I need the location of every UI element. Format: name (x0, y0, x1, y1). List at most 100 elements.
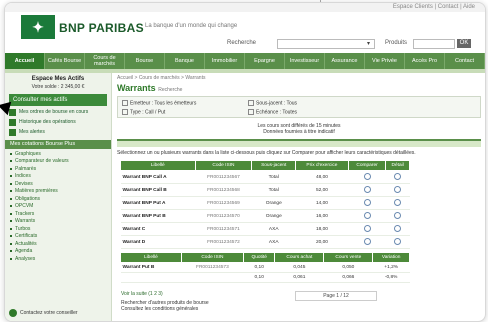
sidebar-footer-label: Contactez votre conseiller (20, 310, 78, 316)
tab-epargne[interactable]: Epargne (245, 53, 285, 69)
column-header[interactable]: Prix d'exercice (295, 160, 349, 171)
sidebar-footer[interactable]: Contactez votre conseiller (9, 309, 78, 317)
utility-bar: Espace Clients | Contact | Aide (5, 3, 485, 12)
tab-immobilier[interactable]: Immobilier (205, 53, 245, 69)
sidebar-link-palmares[interactable]: Palmarès (10, 166, 111, 172)
tab-vie-privee[interactable]: Vie Privée (365, 53, 405, 69)
filter-echeance[interactable]: Echéance : Toutes (248, 109, 297, 115)
table-row[interactable]: 0,10 0,061 0,066 -0,8% (120, 272, 410, 283)
table-row[interactable]: Warrant BNP Put A FR0011234569 Orange 14,00 (120, 196, 410, 210)
compare-radio[interactable] (363, 211, 371, 219)
cell-strike: 18,00 (295, 222, 349, 236)
column-header[interactable]: Code ISIN (180, 252, 245, 263)
sidebar-link-trackers[interactable]: Trackers (10, 211, 111, 217)
sidebar-link-analyses[interactable]: Analyses (10, 256, 111, 262)
tab-acces-pro[interactable]: Accès Pro (405, 53, 445, 69)
main-nav: Accueil Cafés Bourse Cours de marchés Bo… (5, 53, 485, 69)
column-header[interactable]: Libellé (120, 252, 182, 263)
sidebar-item-orders[interactable]: Mes ordres de bourse en cours (9, 109, 107, 116)
sidebar-link-obligations[interactable]: Obligations (10, 196, 111, 202)
compare-radio[interactable] (363, 172, 371, 180)
detail-radio[interactable] (394, 237, 402, 245)
utility-links[interactable]: Espace Clients | Contact | Aide (393, 4, 475, 10)
sidebar-link-opcvm[interactable]: OPCVM (10, 203, 111, 209)
cell-name: Warrant C (120, 222, 196, 236)
sidebar-item-alerts[interactable]: Mes alertes (9, 129, 107, 136)
tab-cafes-bourse[interactable]: Cafés Bourse (45, 53, 85, 69)
cell-name: Warrant BNP Put A (120, 196, 196, 210)
sidebar-link-certificats[interactable]: Certificats (10, 233, 111, 239)
bnp-logo-icon[interactable]: ✦ (21, 15, 55, 39)
table-row[interactable]: Warrant Put B FR0011234573 0,10 0,045 0,050 +… (120, 262, 410, 273)
breadcrumb[interactable]: Accueil > Cours de marchés > Warrants (117, 75, 481, 81)
column-header[interactable]: Libellé (120, 160, 196, 171)
sidebar-link-actualites[interactable]: Actualités (10, 241, 111, 247)
cell-qty: 0,10 (243, 272, 275, 283)
column-header[interactable]: Quotité (243, 252, 276, 263)
sidebar-link-indices[interactable]: Indices (10, 173, 111, 179)
sidebar-link-graphiques[interactable]: Graphiques (10, 151, 111, 157)
table-row[interactable]: Warrant BNP Put B FR0011234570 Orange 16,00 (120, 209, 410, 223)
table-row[interactable]: Warrant C FR0011234571 AXA 18,00 (120, 222, 410, 236)
filter-sous-jacent[interactable]: Sous-jacent : Tous (248, 100, 297, 106)
tab-accueil[interactable]: Accueil (5, 53, 45, 69)
tab-contact[interactable]: Contact (445, 53, 485, 69)
compare-radio[interactable] (363, 224, 371, 232)
cell-compare (348, 196, 386, 210)
tab-investisseur[interactable]: Investisseur (285, 53, 325, 69)
sidebar-link-warrants[interactable]: Warrants (10, 218, 111, 224)
filter-type[interactable]: Type : Call / Put (122, 109, 165, 115)
column-header[interactable]: Code ISIN (194, 160, 253, 171)
detail-radio[interactable] (394, 211, 402, 219)
more-results-link[interactable]: Voir la suite (1 2 3) (121, 291, 163, 297)
chevron-down-icon[interactable]: ▾ (367, 40, 370, 47)
sidebar-link-turbos[interactable]: Turbos (10, 226, 111, 232)
compare-radio[interactable] (363, 198, 371, 206)
sidebar-title: Espace Mes Actifs (31, 76, 85, 82)
tab-bourse[interactable]: Bourse (125, 53, 165, 69)
table-row[interactable]: Warrant D FR0011234572 AXA 20,00 (120, 235, 410, 249)
footer-notes[interactable]: Rechercher d'autres produits de bourse C… (121, 300, 209, 312)
main-content: Accueil > Cours de marchés > Warrants Wa… (117, 75, 481, 321)
column-header[interactable]: Cours achat (274, 252, 325, 263)
sidebar-link-comparateur[interactable]: Comparateur de valeurs (10, 158, 111, 164)
sidebar-item-history[interactable]: Historique des opérations (9, 119, 107, 126)
cell-detail (385, 235, 410, 249)
detail-radio[interactable] (394, 198, 402, 206)
compare-radio[interactable] (363, 185, 371, 193)
detail-radio[interactable] (394, 185, 402, 193)
cell-name: Warrant BNP Call A (120, 170, 196, 184)
cell-under: Total (251, 170, 296, 184)
phone-icon (9, 309, 17, 317)
cell-code: FR0011234567 (195, 170, 252, 184)
compare-radio[interactable] (363, 237, 371, 245)
consult-assets-button[interactable]: Consulter mes actifs (9, 94, 107, 106)
column-header[interactable]: Cours vente (323, 252, 374, 263)
pagination[interactable]: Page 1 / 12 (295, 291, 377, 301)
cell-code: FR0011234569 (195, 196, 252, 210)
column-header[interactable]: Variation (372, 252, 410, 263)
sidebar-link-matieres[interactable]: Matières premières (10, 188, 111, 194)
filter-emetteur[interactable]: Emetteur : Tous les émetteurs (122, 100, 196, 106)
product-select[interactable] (413, 39, 455, 49)
page-title-text: Warrants (117, 83, 156, 93)
cell-bid: 0,061 (274, 272, 324, 283)
cell-compare (348, 209, 386, 223)
sidebar-link-devises[interactable]: Devises (10, 181, 111, 187)
column-header[interactable]: Sous-jacent (251, 160, 297, 171)
tab-cours-marches[interactable]: Cours de marchés (85, 53, 125, 69)
detail-radio[interactable] (394, 224, 402, 232)
brand-name[interactable]: BNP PARIBAS (59, 21, 144, 35)
tab-assurance[interactable]: Assurance (325, 53, 365, 69)
search-input[interactable] (277, 39, 375, 49)
section-divider (117, 139, 481, 147)
table-row[interactable]: Warrant BNP Call A FR0011234567 Total 48,00 (120, 170, 410, 184)
sidebar-link-agenda[interactable]: Agenda (10, 248, 111, 254)
table-row[interactable]: Warrant BNP Call B FR0011234568 Total 52,00 (120, 183, 410, 197)
sidebar: Espace Mes Actifs Votre solde : 2 345,00… (5, 73, 112, 321)
tab-banque[interactable]: Banque (165, 53, 205, 69)
detail-radio[interactable] (394, 172, 402, 180)
search-ok-button[interactable]: OK (457, 39, 471, 48)
sidebar-item-label: Historique des opérations (19, 119, 76, 125)
cell-strike: 52,00 (295, 183, 349, 197)
